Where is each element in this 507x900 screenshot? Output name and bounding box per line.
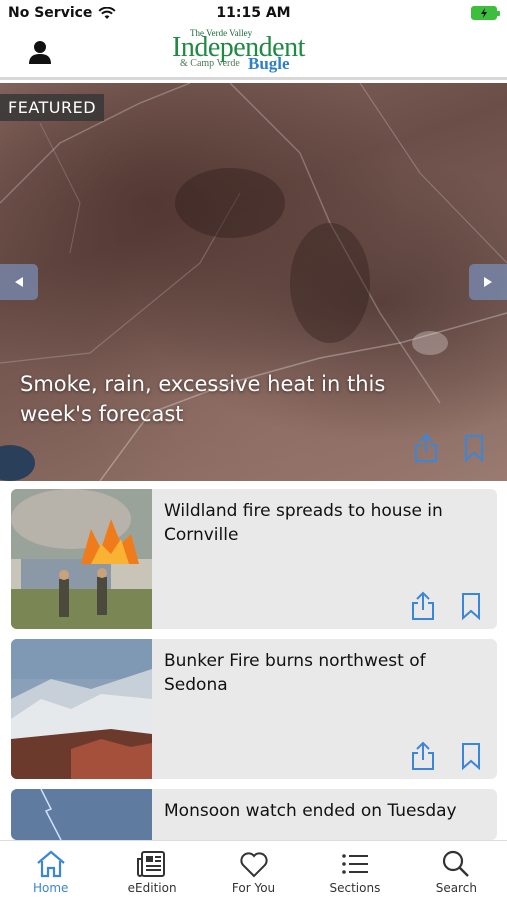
article-actions [411, 591, 482, 621]
carousel-prev-button[interactable] [0, 264, 38, 300]
tab-eedition[interactable]: eEdition [101, 841, 202, 900]
article-card[interactable]: Monsoon watch ended on Tuesday [11, 789, 497, 840]
bookmark-icon[interactable] [460, 741, 482, 771]
masthead-logo[interactable]: The Verde Valley Independent & Camp Verd… [172, 28, 342, 78]
home-icon [36, 850, 65, 878]
tab-label: Search [435, 881, 477, 895]
bookmark-icon[interactable] [460, 591, 482, 621]
carousel-next-button[interactable] [469, 264, 507, 300]
profile-button[interactable] [26, 38, 54, 66]
heart-icon [239, 852, 268, 878]
tab-bar: Home eEdition For You Sections Search [0, 840, 507, 900]
featured-story[interactable]: FEATURED Smoke, rain, excessive heat in … [0, 83, 507, 481]
article-card[interactable]: Wildland fire spreads to house in Cornvi… [11, 489, 497, 629]
battery-charging-icon [471, 6, 500, 20]
article-actions [411, 741, 482, 771]
featured-badge: FEATURED [0, 94, 105, 121]
status-bar: No Service 11:15 AM [0, 0, 507, 28]
logo-sub-text: & Camp Verde [180, 58, 240, 69]
tab-label: eEdition [127, 881, 177, 895]
article-thumbnail [11, 639, 152, 779]
article-title[interactable]: Bunker Fire burns northwest of Sedona [164, 649, 484, 697]
newspaper-icon [137, 851, 166, 877]
tab-label: For You [231, 881, 276, 895]
share-icon[interactable] [411, 591, 435, 621]
featured-title[interactable]: Smoke, rain, excessive heat in this week… [20, 369, 400, 429]
tab-for-you[interactable]: For You [203, 841, 304, 900]
article-thumbnail [11, 789, 152, 840]
article-thumbnail [11, 489, 152, 629]
app-header: The Verde Valley Independent & Camp Verd… [0, 28, 507, 80]
triangle-right-icon [484, 277, 492, 287]
article-card[interactable]: Bunker Fire burns northwest of Sedona [11, 639, 497, 779]
tab-label: Sections [329, 881, 381, 895]
status-time: 11:15 AM [216, 5, 291, 21]
tab-sections[interactable]: Sections [304, 841, 405, 900]
user-icon [29, 41, 51, 64]
share-icon[interactable] [411, 741, 435, 771]
tab-home[interactable]: Home [0, 841, 101, 900]
logo-bugle-text: Bugle [248, 54, 290, 73]
article-title[interactable]: Wildland fire spreads to house in Cornvi… [164, 499, 484, 547]
triangle-left-icon [15, 277, 23, 287]
tab-label: Home [32, 881, 69, 895]
bookmark-icon[interactable] [463, 433, 485, 463]
tab-search[interactable]: Search [406, 841, 507, 900]
featured-actions [414, 433, 485, 463]
search-icon [443, 850, 470, 877]
article-title[interactable]: Monsoon watch ended on Tuesday [164, 799, 484, 823]
share-icon[interactable] [414, 433, 438, 463]
list-icon [342, 854, 368, 874]
